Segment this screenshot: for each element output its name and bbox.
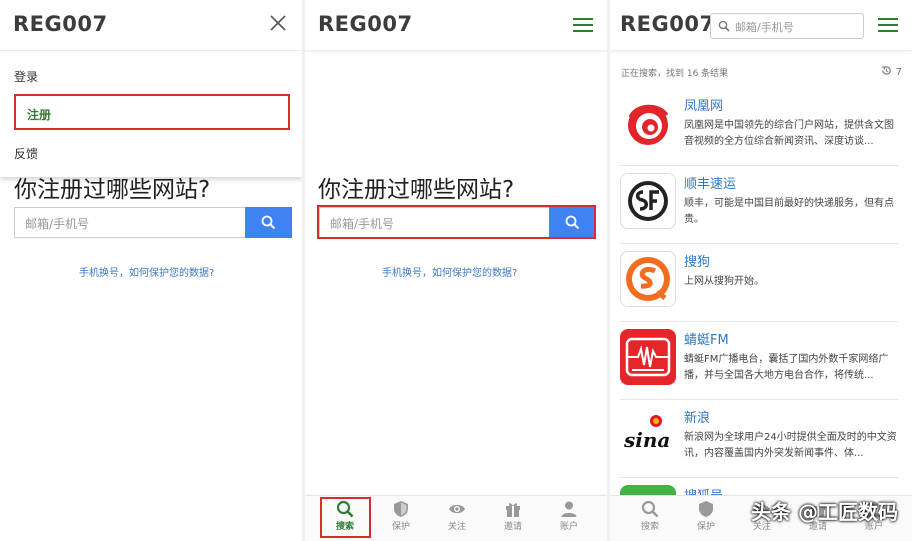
panel-home: REG007 你注册过哪些网站? 邮箱/手机号 手机换号，如何保护您的数据? 搜…	[305, 0, 607, 541]
menu-icon[interactable]	[878, 18, 898, 32]
panel-results: REG007 邮箱/手机号 正在搜索，找到 16 条结果 7 凤凰网 凤凰网是中…	[610, 0, 912, 541]
gift-icon	[506, 503, 520, 517]
page-headline: 你注册过哪些网站?	[318, 177, 515, 203]
result-item[interactable]: sina 新浪 新浪网为全球用户24小时提供全面及时的中文资讯，内容覆盖国内外突…	[620, 399, 898, 478]
tab-follow[interactable]: 关注	[437, 500, 477, 532]
eye-icon	[449, 504, 465, 514]
shield-icon	[394, 501, 408, 517]
qingting-fm-logo-icon	[620, 329, 676, 385]
tab-label: 保护	[391, 522, 410, 532]
logo[interactable]: REG007	[620, 12, 715, 36]
search-button[interactable]	[245, 207, 292, 238]
result-item[interactable]: 搜狗 上网从搜狗开始。	[620, 243, 898, 322]
sogou-logo-icon	[620, 251, 676, 307]
tab-label: 关注	[447, 522, 466, 532]
result-desc: 新浪网为全球用户24小时提供全面及时的中文资讯，内容覆盖国内外突发新闻事件、体.…	[684, 432, 897, 459]
search-status: 正在搜索，找到 16 条结果	[621, 69, 729, 79]
result-title[interactable]: 新浪	[684, 407, 710, 426]
ifeng-logo-icon	[620, 95, 676, 151]
logo[interactable]: REG007	[318, 12, 413, 36]
menu-item-feedback[interactable]: 反馈	[14, 145, 38, 162]
search-icon	[261, 215, 276, 230]
user-icon	[561, 501, 577, 517]
top-bar: REG007	[0, 0, 302, 51]
result-desc: 顺丰，可能是中国目前最好的快递服务，但有点贵。	[684, 198, 894, 225]
logo[interactable]: REG007	[13, 12, 108, 36]
result-title[interactable]: 凤凰网	[684, 95, 723, 114]
tab-search[interactable]: 搜索	[630, 500, 670, 532]
panel-menu: REG007 登录 注册 反馈 你注册过哪些网站? 邮箱/手机号 手机换号，如何…	[0, 0, 302, 541]
search-icon	[641, 500, 659, 518]
top-bar: REG007	[305, 0, 607, 51]
result-title[interactable]: 顺丰速运	[684, 173, 736, 192]
history-icon	[882, 66, 892, 75]
dropdown-menu: 登录 注册 反馈	[0, 51, 302, 177]
protect-data-link[interactable]: 手机换号，如何保护您的数据?	[382, 264, 517, 279]
result-item[interactable]: 顺丰速运 顺丰，可能是中国目前最好的快递服务，但有点贵。	[620, 165, 898, 244]
result-desc: 上网从搜狗开始。	[684, 276, 764, 287]
bottom-tab-bar: 搜索 保护 关注 邀请 账户	[305, 495, 607, 541]
search-placeholder: 邮箱/手机号	[735, 21, 794, 34]
result-item[interactable]: 凤凰网 凤凰网是中国领先的综合门户网站，提供含文图音视频的全方位综合新闻资讯、深…	[620, 87, 898, 166]
tab-label: 保护	[696, 522, 715, 532]
header-search-input[interactable]: 邮箱/手机号	[710, 13, 864, 39]
menu-item-login[interactable]: 登录	[14, 68, 38, 85]
sf-express-logo-icon	[620, 173, 676, 229]
search-highlight-box	[317, 205, 596, 239]
close-icon[interactable]	[268, 13, 288, 33]
menu-item-register[interactable]: 注册	[14, 94, 290, 130]
tab-label: 账户	[559, 522, 578, 532]
svg-text:sina: sina	[623, 428, 670, 452]
tab-account[interactable]: 账户	[549, 500, 589, 532]
watermark-text: 头条 @工匠数码	[751, 500, 898, 524]
result-title[interactable]: 搜狗	[684, 251, 710, 270]
result-title[interactable]: 蜻蜓FM	[684, 329, 729, 348]
search-icon	[718, 20, 730, 32]
protect-data-link[interactable]: 手机换号，如何保护您的数据?	[79, 264, 214, 279]
history-count-value: 7	[895, 67, 902, 78]
tab-protect[interactable]: 保护	[686, 500, 726, 532]
shield-icon	[699, 501, 713, 517]
tab-invite[interactable]: 邀请	[493, 500, 533, 532]
menu-item-register-label: 注册	[27, 108, 52, 122]
result-item[interactable]: 蜻蜓FM 蜻蜓FM广播电台，囊括了国内外数千家网络广播，并与全国各大地方电台合作…	[620, 321, 898, 400]
result-desc: 蜻蜓FM广播电台，囊括了国内外数千家网络广播，并与全国各大地方电台合作，将传统.…	[684, 354, 889, 381]
top-bar: REG007 邮箱/手机号	[610, 0, 912, 51]
history-count[interactable]: 7	[881, 65, 902, 78]
tab-label: 搜索	[640, 522, 659, 532]
tab-protect[interactable]: 保护	[381, 500, 421, 532]
sina-logo-icon: sina	[620, 407, 676, 463]
menu-icon[interactable]	[573, 18, 593, 32]
tab-label: 邀请	[503, 522, 522, 532]
tab-highlight-box	[320, 497, 371, 538]
search-placeholder: 邮箱/手机号	[25, 217, 90, 231]
result-desc: 凤凰网是中国领先的综合门户网站，提供含文图音视频的全方位综合新闻资讯、深度访谈.…	[684, 120, 894, 147]
search-input[interactable]: 邮箱/手机号	[14, 207, 246, 238]
